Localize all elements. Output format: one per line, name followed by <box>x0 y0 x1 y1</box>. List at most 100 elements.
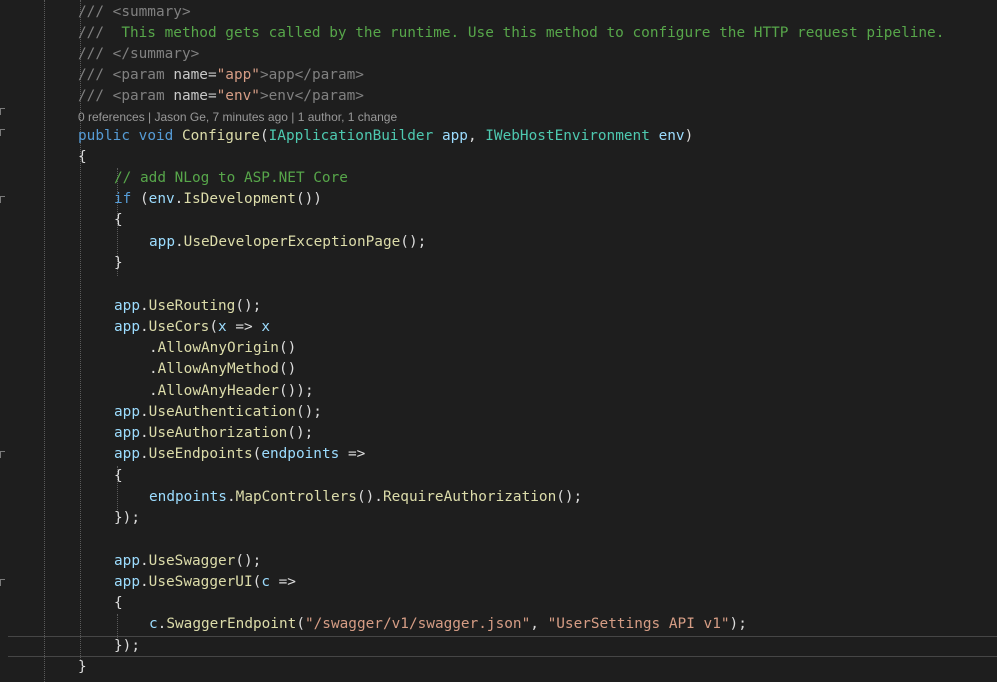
method-call: UseDeveloperExceptionPage <box>183 234 401 250</box>
method-call: SwaggerEndpoint <box>166 616 297 632</box>
code-line[interactable]: app.UseRouting(); <box>114 296 261 317</box>
code-line[interactable]: { <box>114 466 123 487</box>
xml-doc-tag: >env</param> <box>259 88 364 104</box>
collapse-marker-icon[interactable] <box>0 451 5 458</box>
indent-guide <box>44 0 45 682</box>
xml-doc-tag: <param <box>112 88 174 104</box>
xml-doc-tag: <param <box>112 67 174 83</box>
code-line[interactable]: app.UseAuthentication(); <box>114 402 322 423</box>
keyword: public <box>78 128 130 144</box>
code-line[interactable]: app.UseSwaggerUI(c => <box>114 572 296 593</box>
code-line[interactable]: // add NLog to ASP.NET Core <box>114 168 348 189</box>
code-line[interactable]: /// </summary> <box>78 44 199 65</box>
xml-doc-attribute-value: "app" <box>216 67 260 83</box>
code-line[interactable]: .AllowAnyOrigin() <box>149 338 296 359</box>
codelens-changes-link[interactable]: 1 author, 1 change <box>298 110 397 124</box>
xml-doc-tag: </summary> <box>112 46 200 62</box>
parameter-name: x <box>218 319 227 335</box>
code-line[interactable]: { <box>78 147 87 168</box>
collapse-marker-icon[interactable] <box>0 579 5 586</box>
indent-guide <box>117 614 118 638</box>
code-line[interactable]: /// <summary> <box>78 2 191 23</box>
variable-name: app <box>114 404 140 420</box>
string-literal: "UserSettings API v1" <box>547 616 730 632</box>
code-line[interactable]: c.SwaggerEndpoint("/swagger/v1/swagger.j… <box>149 614 747 635</box>
code-line[interactable]: app.UseDeveloperExceptionPage(); <box>149 232 426 253</box>
code-editor[interactable]: /// <summary> /// This method gets calle… <box>0 0 997 682</box>
method-call: UseAuthorization <box>148 425 288 441</box>
type-name: IApplicationBuilder <box>268 128 434 144</box>
code-line[interactable]: .AllowAnyHeader()); <box>149 381 314 402</box>
code-line[interactable]: .AllowAnyMethod() <box>149 359 296 380</box>
code-line[interactable]: app.UseCors(x => x <box>114 317 270 338</box>
variable-name: app <box>114 298 140 314</box>
doc-comment-prefix: /// <box>78 25 113 41</box>
variable-name: endpoints <box>149 489 227 505</box>
variable-name: app <box>149 234 175 250</box>
method-call: AllowAnyHeader <box>157 383 279 399</box>
method-call: AllowAnyOrigin <box>157 340 279 356</box>
code-comment: // add NLog to ASP.NET Core <box>114 170 348 186</box>
xml-doc-attribute-value: "env" <box>216 88 260 104</box>
parameter-name: app <box>441 128 468 144</box>
method-name: Configure <box>181 128 260 144</box>
code-line[interactable]: public void Configure(IApplicationBuilde… <box>78 126 693 147</box>
code-line[interactable]: /// <param name="app">app</param> <box>78 65 364 86</box>
doc-comment-text: This method gets called by the runtime. … <box>112 25 945 41</box>
parameter-name: x <box>261 319 270 335</box>
codelens-bar: 0 references | Jason Ge, 7 minutes ago |… <box>78 108 397 126</box>
code-line[interactable]: if (env.IsDevelopment()) <box>114 189 322 210</box>
variable-name: c <box>149 616 158 632</box>
code-line[interactable]: /// This method gets called by the runti… <box>78 23 944 44</box>
code-line[interactable]: app.UseEndpoints(endpoints => <box>114 444 365 465</box>
method-call: UseSwaggerUI <box>148 574 253 590</box>
method-call: UseSwagger <box>148 553 236 569</box>
variable-name: app <box>114 319 140 335</box>
string-literal: "/swagger/v1/swagger.json" <box>304 616 531 632</box>
collapse-marker-icon[interactable] <box>0 196 5 203</box>
collapse-marker-icon[interactable] <box>0 108 5 115</box>
type-name: IWebHostEnvironment <box>485 128 650 144</box>
code-line[interactable]: /// <param name="env">env</param> <box>78 86 364 107</box>
doc-comment-prefix: /// <box>78 4 113 20</box>
variable-name: app <box>114 446 140 462</box>
codelens-references-link[interactable]: 0 references <box>78 110 145 124</box>
outlining-gutter <box>0 0 8 682</box>
variable-name: app <box>114 574 140 590</box>
method-call: MapControllers <box>235 489 357 505</box>
collapse-marker-icon[interactable] <box>0 129 5 136</box>
doc-comment-prefix: /// <box>78 46 113 62</box>
method-call: RequireAuthorization <box>382 489 557 505</box>
code-line[interactable]: endpoints.MapControllers().RequireAuthor… <box>149 487 582 508</box>
xml-doc-tag: <summary> <box>112 4 191 20</box>
method-call: UseRouting <box>148 298 236 314</box>
keyword: void <box>138 128 174 144</box>
codelens-separator: | <box>144 110 155 124</box>
code-line[interactable]: { <box>114 210 123 231</box>
xml-doc-tag: >app</param> <box>259 67 364 83</box>
codelens-author-link[interactable]: Jason Ge, 7 minutes ago <box>155 110 288 124</box>
doc-comment-prefix: /// <box>78 88 113 104</box>
codelens-separator: | <box>287 110 298 124</box>
code-line[interactable]: { <box>114 593 123 614</box>
xml-doc-attribute: name= <box>173 67 217 83</box>
method-call: UseAuthentication <box>148 404 296 420</box>
code-line[interactable]: }); <box>114 508 140 529</box>
code-line[interactable]: } <box>114 253 123 274</box>
code-line[interactable]: } <box>78 657 87 678</box>
method-call: UseEndpoints <box>148 446 253 462</box>
method-call: AllowAnyMethod <box>157 361 279 377</box>
code-line[interactable]: app.UseAuthorization(); <box>114 423 313 444</box>
keyword: if <box>114 191 132 207</box>
current-line-highlight <box>8 636 997 657</box>
variable-name: app <box>114 425 140 441</box>
parameter-name: env <box>658 128 685 144</box>
method-call: IsDevelopment <box>183 191 296 207</box>
method-call: UseCors <box>148 319 210 335</box>
variable-name: app <box>114 553 140 569</box>
parameter-name: c <box>261 574 270 590</box>
code-line[interactable]: app.UseSwagger(); <box>114 551 261 572</box>
parameter-name: endpoints <box>261 446 340 462</box>
code-line[interactable]: }); <box>114 636 140 657</box>
xml-doc-attribute: name= <box>173 88 217 104</box>
